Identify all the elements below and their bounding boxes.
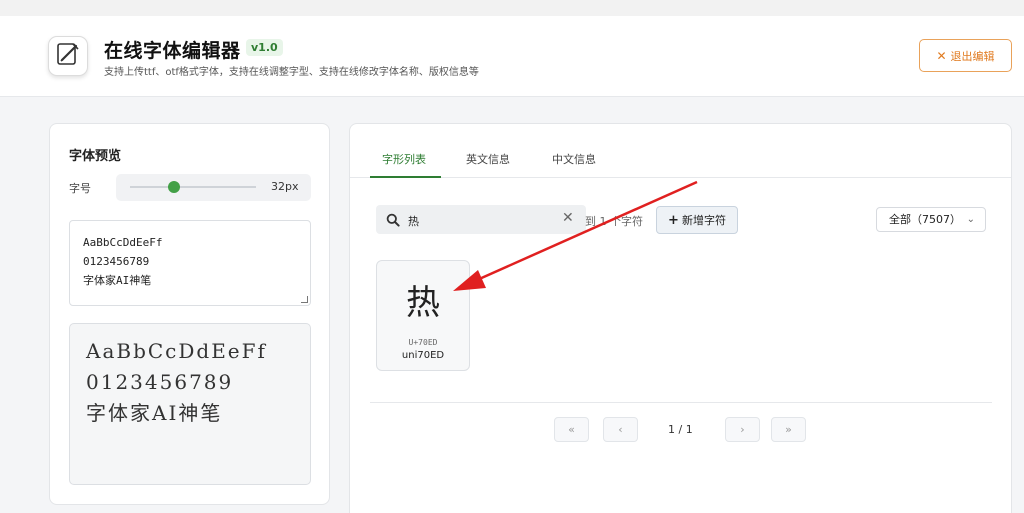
preview-text-input[interactable]: AaBbCcDdEeFf 0123456789 字体家AI神笔	[69, 220, 311, 306]
font-size-slider[interactable]: 32px	[116, 174, 311, 201]
font-preview-panel: 字体预览 字号 32px AaBbCcDdEeFf 0123456789 字体家…	[49, 123, 330, 505]
version-badge: v1.0	[246, 39, 283, 56]
pen-edit-icon	[55, 41, 81, 71]
glyph-panel: 字形列表 英文信息 中文信息 热 ✕ 到 1 个字符 + 新增字符 全部（750…	[349, 123, 1012, 513]
result-count: 到 1 个字符	[585, 215, 643, 228]
render-line: 字体家AI神笔	[86, 401, 223, 425]
browser-top-strip	[0, 0, 1024, 16]
sample-line: 0123456789	[83, 255, 150, 268]
render-line: 0123456789	[86, 370, 234, 394]
header: 在线字体编辑器 v1.0 支持上传ttf、otf格式字体，支持在线调整字型、支持…	[0, 16, 1024, 97]
search-icon	[386, 212, 400, 231]
app-title: 在线字体编辑器	[104, 40, 241, 62]
tab-bar: 字形列表 英文信息 中文信息	[350, 124, 1011, 178]
app-logo	[48, 36, 88, 76]
tab-english-info[interactable]: 英文信息	[466, 151, 510, 167]
prev-page-button[interactable]: ‹	[603, 417, 638, 442]
glyph-char: 热	[406, 283, 440, 323]
sample-line: AaBbCcDdEeFf	[83, 236, 163, 249]
sample-line: 字体家AI神笔	[83, 274, 152, 287]
last-page-button[interactable]: »	[771, 417, 806, 442]
active-tab-indicator	[370, 176, 441, 178]
next-page-button[interactable]: ›	[725, 417, 760, 442]
glyph-filter-select[interactable]: 全部（7507） ⌄	[876, 207, 986, 232]
first-page-button[interactable]: «	[554, 417, 589, 442]
glyph-name: uni70ED	[401, 350, 445, 361]
preview-title: 字体预览	[69, 149, 122, 164]
exit-edit-button[interactable]: ✕ 退出编辑	[919, 39, 1012, 72]
font-render-preview: AaBbCcDdEeFf 0123456789 字体家AI神笔	[69, 323, 311, 485]
search-value: 热	[408, 215, 419, 228]
chevron-down-icon: ⌄	[966, 214, 975, 225]
close-icon[interactable]: ✕	[562, 210, 574, 226]
glyph-card[interactable]: 热 U+70ED uni70ED	[376, 260, 470, 371]
exit-edit-label: 退出编辑	[950, 49, 995, 63]
add-glyph-button[interactable]: + 新增字符	[656, 206, 738, 234]
glyph-search-input[interactable]: 热 ✕	[376, 205, 586, 234]
filter-value: 全部（7507）	[889, 213, 961, 226]
font-size-label: 字号	[69, 182, 91, 195]
slider-track	[130, 186, 256, 188]
slider-thumb[interactable]	[168, 181, 181, 193]
page-indicator: 1 / 1	[668, 423, 693, 436]
font-size-value: 32px	[271, 180, 299, 193]
add-glyph-label: 新增字符	[681, 214, 726, 227]
tab-chinese-info[interactable]: 中文信息	[552, 151, 596, 167]
app-subtitle: 支持上传ttf、otf格式字体，支持在线调整字型、支持在线修改字体名称、版权信息…	[104, 67, 479, 78]
glyph-unicode: U+70ED	[408, 338, 438, 347]
tab-glyph-list[interactable]: 字形列表	[382, 151, 426, 167]
render-line: AaBbCcDdEeFf	[86, 339, 267, 363]
close-icon: ✕	[936, 48, 947, 63]
plus-icon: +	[668, 212, 679, 228]
divider	[370, 402, 992, 403]
resize-handle-icon[interactable]	[301, 296, 308, 303]
